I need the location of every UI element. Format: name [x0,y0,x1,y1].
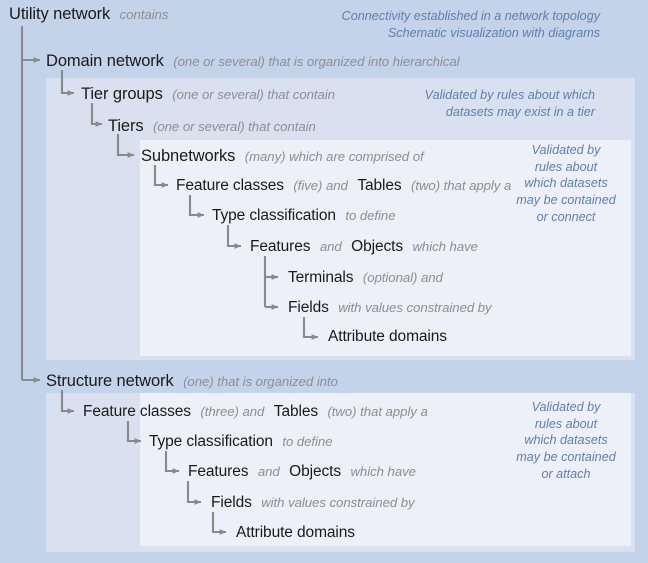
node-utility-network: Utility network contains [9,6,168,23]
node-descriptor: (one) that is organized into [183,374,338,389]
note-line: may be contained [516,193,616,208]
note-line: Connectivity established in a network to… [341,9,600,23]
node-feature-classes-1: Feature classes (five) and Tables (two) … [176,178,511,194]
note-line: or connect [536,209,596,224]
node-descriptor: (three) and [200,404,265,419]
note-line: may be contained [516,450,616,465]
node-descriptor: (one or several) that contain [172,87,335,102]
node-name: Fields [211,494,252,511]
node-fields-1: Fields with values constrained by [288,300,492,316]
node-name: Type classification [212,207,336,224]
node-descriptor-2: which have [412,239,478,254]
node-descriptor: and [257,464,280,479]
node-name-2: Tables [273,403,319,420]
node-name: Feature classes [176,177,284,194]
node-terminals: Terminals (optional) and [288,270,443,286]
node-name-2: Objects [351,238,403,255]
note-line: datasets may exist in a tier [445,104,595,119]
node-descriptor: (optional) and [362,270,443,285]
note-line: Validated by [531,143,601,157]
node-attribute-domains-1: Attribute domains [328,329,447,345]
node-descriptor: with values constrained by [261,495,415,510]
node-structure-network: Structure network (one) that is organize… [46,373,338,390]
note-line: which datasets [524,176,608,191]
node-name: Type classification [149,433,273,450]
node-name: Feature classes [83,403,191,420]
node-descriptor-2: which have [350,464,416,479]
node-type-classification-1: Type classification to define [212,208,396,224]
node-subnetworks: Subnetworks (many) which are comprised o… [141,148,424,165]
diagram-canvas: Utility network contains Domain network … [0,0,648,563]
note-line: which datasets [524,433,608,448]
node-tier-groups: Tier groups (one or several) that contai… [81,86,335,103]
node-name: Structure network [46,372,174,390]
note-line: rules about [534,159,598,174]
node-name: Fields [288,299,329,316]
node-fields-2: Fields with values constrained by [211,495,415,511]
note-subnetwork-rules: Validated by rules about which datasets … [505,142,627,226]
node-name: Features [188,463,249,480]
note-line: Validated by rules about which [424,88,595,102]
node-descriptor-2: (two) that apply a [410,178,512,193]
node-descriptor: to define [345,208,396,223]
node-name: Features [250,238,311,255]
node-descriptor: and [319,239,342,254]
node-descriptor-2: (two) that apply a [327,404,428,419]
node-descriptor: contains [119,7,169,22]
node-feature-classes-2: Feature classes (three) and Tables (two)… [83,404,428,420]
note-line: or attach [541,466,591,481]
node-features-objects-2: Features and Objects which have [188,464,416,480]
node-tiers: Tiers (one or several) that contain [108,118,316,135]
note-line: rules about [534,416,598,431]
node-name-2: Tables [357,177,402,194]
node-domain-network: Domain network (one or several) that is … [46,53,460,70]
note-topology: Connectivity established in a network to… [335,8,600,41]
node-descriptor: to define [282,434,333,449]
node-name: Tier groups [81,85,163,103]
node-name: Tiers [108,117,144,135]
node-descriptor: (five) and [293,178,348,193]
node-descriptor: (one or several) that contain [153,119,316,134]
node-name: Utility network [9,5,111,23]
node-name-2: Objects [289,463,341,480]
note-tier-rules: Validated by rules about which datasets … [355,87,595,120]
node-name: Attribute domains [328,328,447,345]
node-features-objects-1: Features and Objects which have [250,239,478,255]
node-descriptor: (many) which are comprised of [244,149,424,164]
note-line: Validated by [531,400,601,414]
node-name: Terminals [288,269,354,286]
note-line: Schematic visualization with diagrams [387,25,600,40]
note-structure-rules: Validated by rules about which datasets … [505,399,627,483]
node-name: Attribute domains [236,524,355,541]
node-descriptor: (one or several) that is organized into … [173,54,460,69]
node-name: Subnetworks [141,147,236,165]
node-name: Domain network [46,52,164,70]
node-descriptor: with values constrained by [338,300,492,315]
node-type-classification-2: Type classification to define [149,434,333,450]
node-attribute-domains-2: Attribute domains [236,525,355,541]
